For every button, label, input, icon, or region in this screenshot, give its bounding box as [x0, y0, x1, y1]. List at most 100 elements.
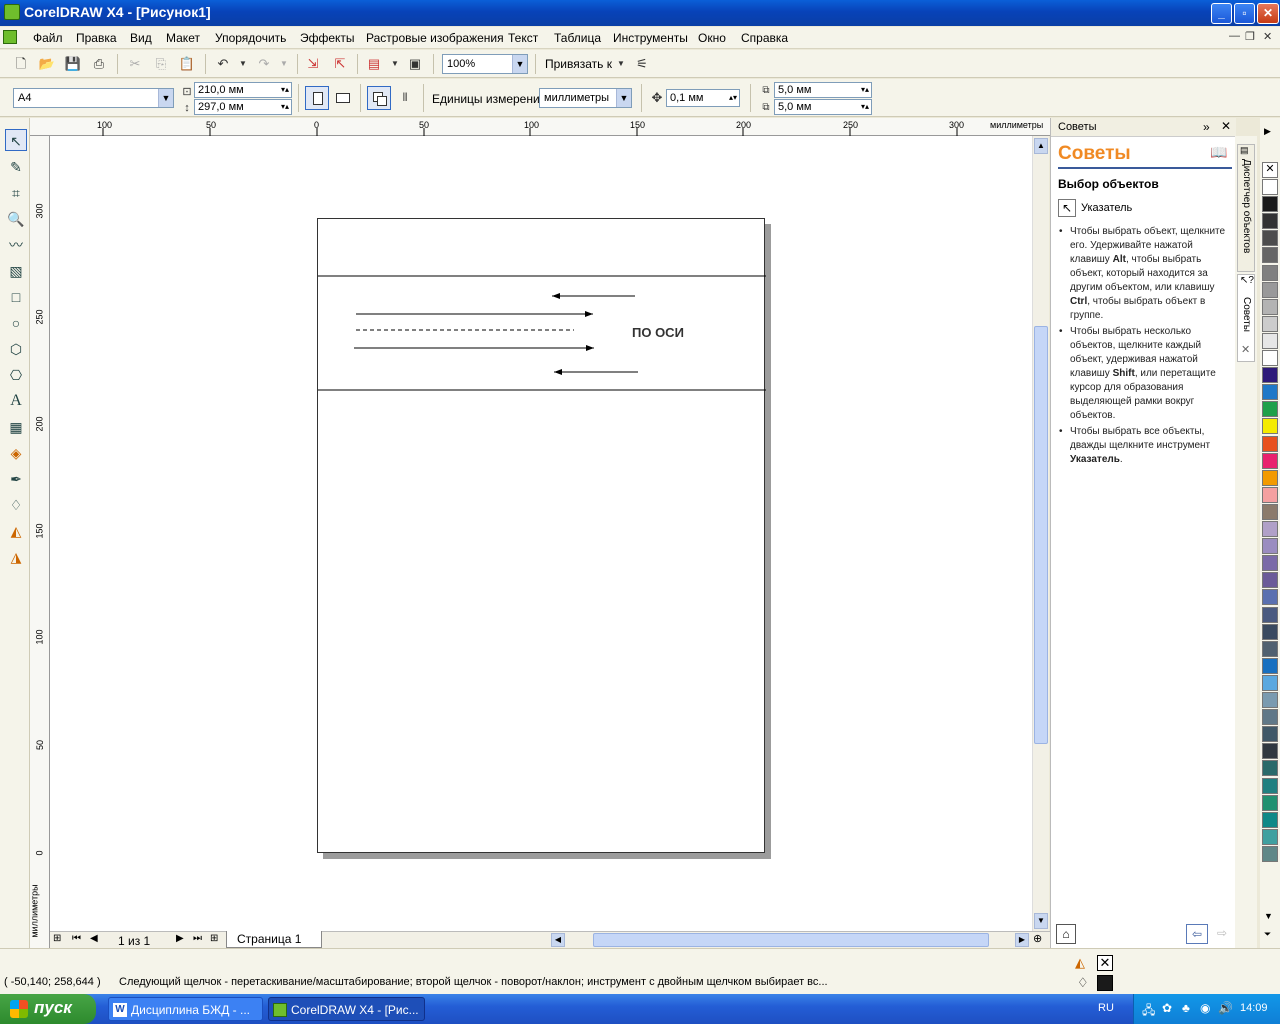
current-page-layout-icon[interactable]: ⫴ — [396, 89, 414, 107]
minimize-button[interactable]: _ — [1211, 3, 1232, 24]
interactive-fill-tool-icon[interactable]: ◮ — [5, 546, 27, 568]
color-swatch[interactable] — [1262, 777, 1278, 794]
menu-help[interactable]: Справка — [741, 31, 788, 45]
fill-color-icon[interactable]: ◭ — [1075, 955, 1085, 971]
color-swatch[interactable] — [1262, 794, 1278, 811]
last-page-icon[interactable]: ⏭ — [193, 933, 202, 944]
scroll-left-button[interactable]: ◀ — [551, 933, 565, 947]
scroll-up-button[interactable]: ▲ — [1034, 138, 1048, 154]
redo-icon[interactable]: ↷ — [255, 55, 273, 73]
page-height-field[interactable]: 297,0 мм ▾▴ — [194, 99, 292, 115]
first-page-icon[interactable]: ⏮ — [72, 933, 81, 944]
color-swatch[interactable] — [1262, 606, 1278, 623]
color-swatch[interactable] — [1262, 367, 1278, 384]
tab-close-icon[interactable]: ✕ — [1241, 343, 1250, 356]
export-icon[interactable]: ⇱ — [331, 55, 349, 73]
color-swatch[interactable] — [1262, 692, 1278, 708]
navigator-zoom-icon[interactable]: ⊕ — [1033, 932, 1042, 945]
scroll-right-button[interactable]: ▶ — [1015, 933, 1029, 947]
options-icon[interactable]: ⚟ — [633, 55, 651, 73]
coreldraw-app-icon[interactable] — [4, 4, 20, 20]
add-page-after-icon[interactable]: ⊞ — [210, 933, 218, 944]
tray-security-icon[interactable]: ♣ — [1182, 1001, 1190, 1015]
color-swatch[interactable] — [1262, 179, 1278, 195]
welcome-screen-icon[interactable]: ▣ — [406, 55, 424, 73]
polygon-tool-icon[interactable]: ⬡ — [5, 338, 27, 360]
axis-text-label[interactable]: ПО ОСИ — [632, 325, 684, 340]
text-tool-icon[interactable]: A — [5, 390, 27, 412]
color-swatch[interactable] — [1262, 623, 1278, 640]
color-swatch[interactable] — [1262, 315, 1278, 332]
start-button[interactable]: пуск — [0, 994, 96, 1024]
color-swatch[interactable] — [1262, 350, 1278, 366]
color-swatch[interactable] — [1262, 418, 1278, 435]
color-swatch[interactable] — [1262, 401, 1278, 418]
menu-view[interactable]: Вид — [130, 31, 152, 45]
duplicate-distance-y-field[interactable]: 5,0 мм ▾▴ — [774, 99, 872, 115]
horizontal-scrollbar[interactable]: ◀ ▶ — [550, 932, 1030, 948]
all-pages-layout-button[interactable] — [367, 86, 391, 110]
color-swatch[interactable] — [1262, 709, 1278, 726]
maximize-button[interactable]: ▫ — [1234, 3, 1255, 24]
table-tool-icon[interactable]: ▦ — [5, 416, 27, 438]
palette-menu-icon[interactable]: ▶ — [1264, 126, 1271, 137]
duplicate-distance-x-field[interactable]: 5,0 мм ▾▴ — [774, 82, 872, 98]
menu-file[interactable]: Файл — [33, 31, 63, 45]
units-select[interactable]: миллиметры ▼ — [539, 88, 632, 108]
color-swatch[interactable] — [1262, 332, 1278, 349]
color-swatch[interactable] — [1262, 281, 1278, 298]
color-swatch[interactable] — [1262, 435, 1278, 452]
tray-app-icon[interactable]: ✿ — [1162, 1001, 1172, 1015]
vertical-scroll-thumb[interactable] — [1034, 326, 1048, 744]
color-swatch[interactable] — [1262, 486, 1278, 503]
drawing-page[interactable]: ПО ОСИ — [317, 218, 766, 853]
task-coreldraw[interactable]: CorelDRAW X4 - [Рис... — [268, 997, 425, 1021]
menu-bitmaps[interactable]: Растровые изображения — [366, 31, 504, 45]
save-icon[interactable]: 💾 — [64, 55, 82, 73]
eyedropper-tool-icon[interactable]: ✒ — [5, 468, 27, 490]
doc-restore-icon[interactable]: ❐ — [1245, 30, 1255, 43]
color-swatch[interactable] — [1262, 555, 1278, 572]
freehand-tool-icon[interactable]: 〰 — [5, 234, 27, 256]
landscape-button[interactable] — [336, 93, 350, 103]
color-swatch[interactable] — [1262, 845, 1278, 862]
tab-page-1[interactable]: Страница 1 — [226, 931, 322, 948]
language-indicator[interactable]: RU — [1098, 1002, 1114, 1014]
document-icon[interactable] — [3, 30, 17, 44]
add-page-before-icon[interactable]: ⊞ — [53, 933, 61, 944]
color-swatch[interactable] — [1262, 640, 1278, 657]
task-word-document[interactable]: W Дисциплина БЖД - ... — [108, 997, 263, 1021]
next-page-icon[interactable]: ▶ — [176, 933, 184, 944]
outline-color-swatch[interactable] — [1097, 975, 1113, 991]
docker-home-icon[interactable]: ⌂ — [1056, 924, 1076, 944]
doc-close-icon[interactable]: ✕ — [1263, 30, 1272, 43]
color-swatch[interactable] — [1262, 743, 1278, 760]
color-swatch[interactable] — [1262, 760, 1278, 777]
zoom-tool-icon[interactable]: 🔍 — [5, 208, 27, 230]
interactive-blend-tool-icon[interactable]: ◈ — [5, 442, 27, 464]
horizontal-scroll-thumb[interactable] — [593, 933, 989, 947]
cut-icon[interactable]: ✂ — [126, 55, 144, 73]
nudge-distance-field[interactable]: 0,1 мм ▴▾ — [666, 89, 740, 107]
menu-edit[interactable]: Правка — [76, 31, 117, 45]
color-swatch[interactable] — [1262, 726, 1278, 743]
doc-minimize-icon[interactable]: — — [1229, 30, 1240, 42]
fill-none-swatch[interactable]: ✕ — [1097, 955, 1113, 971]
color-swatch[interactable] — [1262, 572, 1278, 589]
zoom-level-select[interactable]: 100% ▼ — [442, 54, 528, 74]
close-button[interactable]: ✕ — [1257, 3, 1279, 24]
fill-tool-icon[interactable]: ◭ — [5, 520, 27, 542]
menu-effects[interactable]: Эффекты — [300, 31, 355, 45]
snap-to-dropdown[interactable]: Привязать к — [545, 57, 612, 71]
paste-icon[interactable]: 📋 — [178, 55, 196, 73]
tray-sync-icon[interactable]: ◉ — [1200, 1001, 1210, 1015]
ellipse-tool-icon[interactable]: ○ — [5, 312, 27, 334]
color-swatch[interactable] — [1262, 247, 1278, 264]
color-swatch[interactable] — [1262, 196, 1278, 213]
color-swatch[interactable] — [1262, 230, 1278, 247]
network-icon[interactable]: 🖧 — [1142, 1001, 1155, 1022]
docker-close-icon[interactable]: ✕ — [1221, 119, 1231, 133]
color-swatch[interactable] — [1262, 521, 1278, 537]
color-swatch[interactable] — [1262, 384, 1278, 401]
shape-tool-icon[interactable]: ✎ — [5, 156, 27, 178]
